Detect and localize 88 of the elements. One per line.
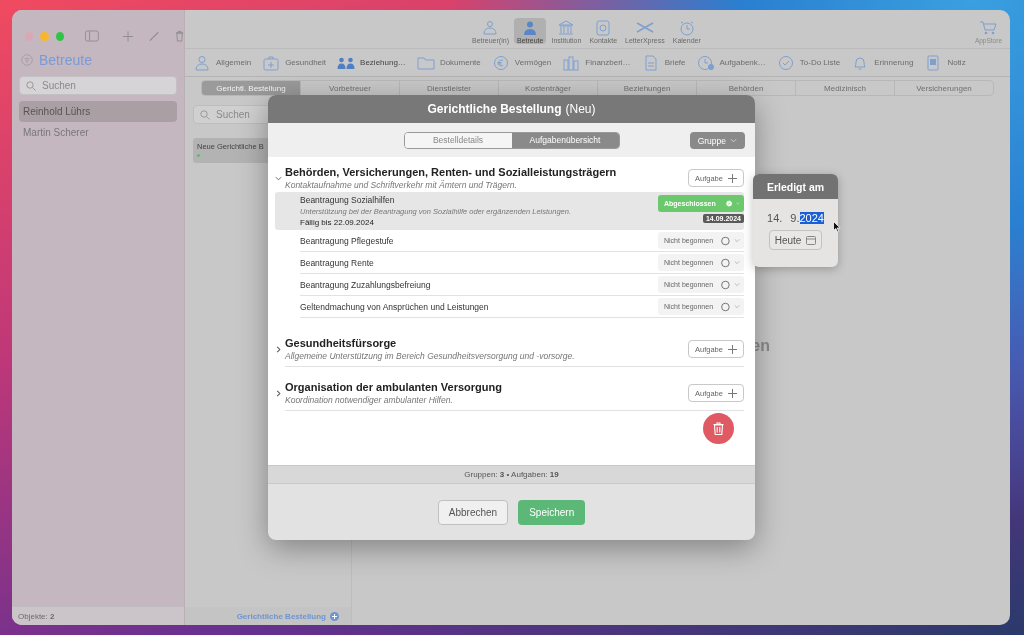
chevron-right-icon [275,345,282,353]
save-button[interactable]: Speichern [518,499,586,525]
disclosure-button[interactable] [275,345,283,353]
plus-icon[interactable] [122,30,133,42]
group-title: Organisation der ambulanten Versorgung [285,381,503,393]
sidebar-title: Betreute [39,52,92,68]
group-title: Gesundheitsfürsorge [285,337,398,349]
check-badge-icon [725,198,732,209]
plus-circle-icon [330,611,339,621]
section-tab[interactable]: Notiz [924,54,977,71]
object-count: Objekte: 2 [18,611,55,621]
zoom-button[interactable] [55,31,64,41]
section-tab[interactable]: Beziehung… [337,54,417,71]
section-tab[interactable]: To-Do Liste [776,54,852,71]
search-field[interactable]: Suchen [19,76,177,95]
segment[interactable]: Bestelldetails [404,132,512,148]
people-icon [481,20,500,36]
cart-icon [979,20,998,36]
summary-text: Gruppen: 3 • Aufgaben: 19 [464,470,559,479]
clock-check-icon [696,54,715,71]
segment[interactable]: Aufgabenübersicht [511,132,619,148]
group-description: Koordination notwendiger ambulanter Hilfen. [285,395,454,405]
mouse-cursor [833,221,841,233]
section-tab[interactable]: Erinnerung [851,54,925,71]
chevron-icon [733,281,740,288]
group-button[interactable]: Gruppe [689,132,745,149]
task-title: Beantragung Sozialhilfen [300,195,396,205]
folder-icon [416,54,435,71]
date-field[interactable]: 14. 9.2024 [767,212,824,224]
filter-icon[interactable] [21,54,33,66]
check-circle-icon [776,54,795,71]
plus-icon [727,344,737,354]
section-tab[interactable]: Aufgabenk… [696,54,777,71]
calendar-icon [806,235,817,245]
search-icon [26,80,36,91]
sidebar-item[interactable]: Martin Scherer [19,122,177,143]
circle-icon [721,279,730,290]
minimize-button[interactable] [40,31,49,41]
section-tab[interactable]: Allgemein [193,54,263,71]
group-title: Behörden, Versicherungen, Renten- und Sozialleistungsträgern [285,166,618,178]
delete-button[interactable] [703,413,734,444]
group-description: Allgemeine Unterstützung im Bereich Gesundheitsversorgung und -vorsorge. [285,351,576,361]
today-button[interactable]: Heute [768,230,823,250]
alarm-clock-icon [677,20,696,36]
sidebar-item[interactable]: Reinhold Lührs [19,101,177,122]
due-date: Fällig bis 22.09.2024 [300,218,375,227]
chevron-icon [733,237,740,244]
category-tab[interactable]: Gerichtl. Bestellung [202,81,301,95]
trash-icon [713,422,724,435]
section-tab[interactable]: Vermögen [491,54,563,71]
section-tab[interactable]: Gesundheit [262,54,338,71]
sidebar-toggle-icon[interactable] [84,30,99,42]
chevron-icon [733,259,740,266]
chevron-icon [733,303,740,310]
trash-icon[interactable] [174,30,184,42]
status-dot [197,154,200,157]
search-icon [200,109,210,120]
section-tab[interactable]: Dokumente [416,54,492,71]
category-tab[interactable]: Versicherungen [895,81,993,95]
medical-kit-icon [262,54,281,71]
group-description: Kontaktaufnahme und Schriftverkehr mit Ämtern und Trägern. [285,180,518,190]
task-title: Geltendmachung von Ansprüchen und Leistungen [300,301,490,312]
disclosure-button[interactable] [275,174,283,182]
plus-icon [727,173,737,183]
person-icon [193,54,211,71]
euro-coin-icon [491,54,510,71]
popover-title: Erledigt am [753,174,838,199]
task-title: Beantragung Zuzahlungsbefreiung [300,279,432,290]
contacts-icon [594,20,613,36]
pencil-icon[interactable] [148,30,159,42]
add-order-link[interactable]: Gerichtliche Bestellung [185,607,351,625]
chevron-right-icon [275,389,282,397]
crossed-lines-icon [635,20,654,36]
circle-icon [721,235,730,246]
cancel-button[interactable]: Abbrechen [437,499,509,525]
task-title: Beantragung Rente [300,257,375,268]
task-title: Beantragung Pflegestufe [300,235,395,246]
circle-icon [721,301,730,312]
circle-icon [721,257,730,268]
disclosure-button[interactable] [275,389,283,397]
chevron-down-icon [275,174,282,182]
category-tab[interactable]: Medizinisch [796,81,895,95]
section-tab[interactable]: Briefe [641,54,697,71]
bar-chart-icon [562,54,581,71]
chevron-icon [730,137,737,144]
plus-icon [727,388,737,398]
dialog-title: Gerichtliche Bestellung (Neu) [268,95,755,123]
bank-icon [557,20,576,36]
